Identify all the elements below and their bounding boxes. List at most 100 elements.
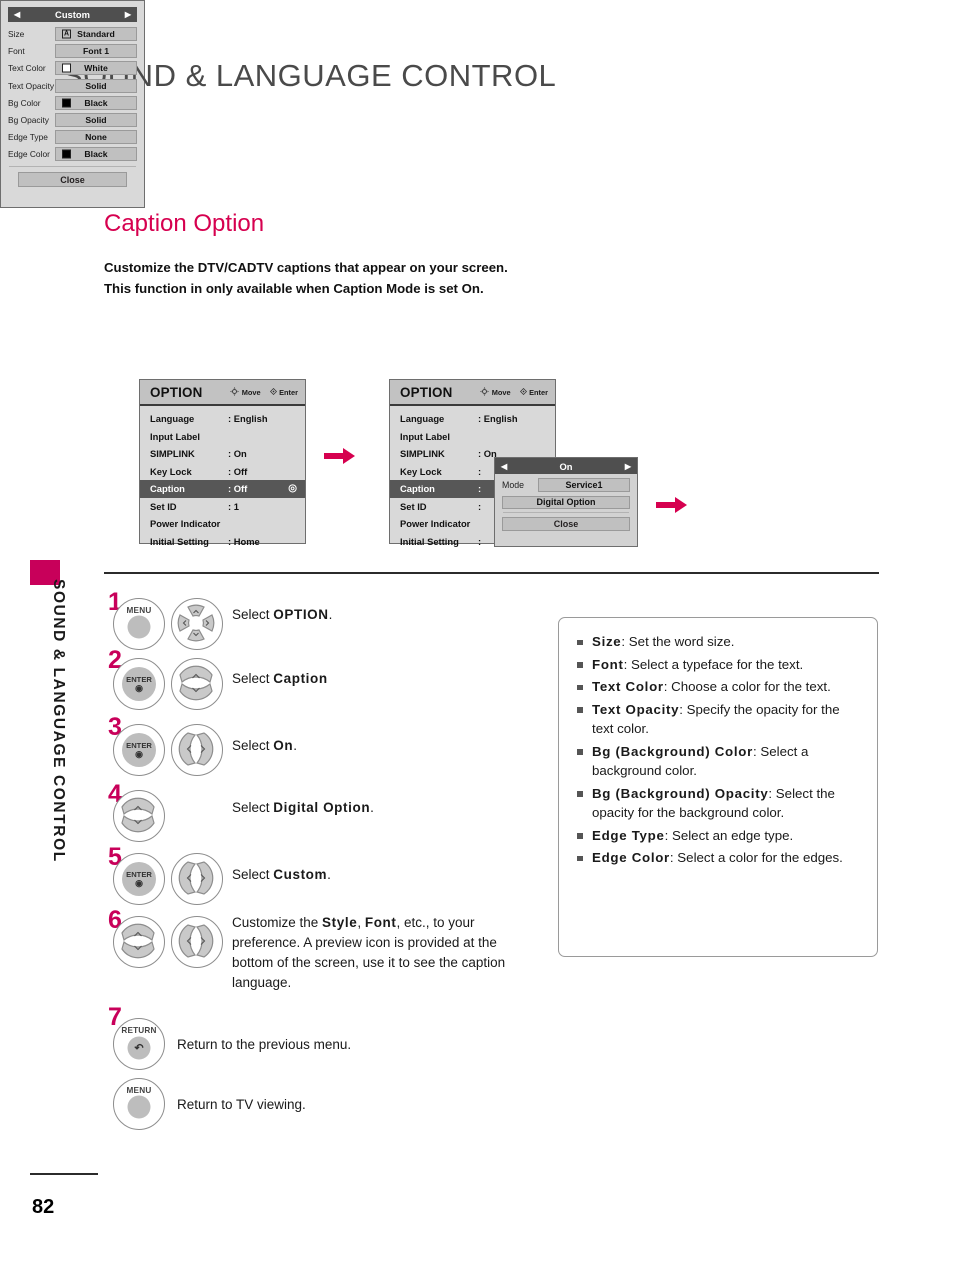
menu-button-label: MENU bbox=[126, 606, 152, 615]
info-term: Size bbox=[592, 634, 622, 649]
custom-value-bar[interactable]: ◀ Custom ▶ bbox=[8, 7, 137, 22]
osd-row-selected-caption[interactable]: Caption: Off ◎ bbox=[140, 480, 305, 498]
custom-value-button[interactable]: Solid bbox=[55, 78, 137, 93]
osd-hints: Move Enter bbox=[480, 386, 548, 398]
intro-text-b: Caption bbox=[333, 281, 383, 296]
return-button-knob[interactable]: ↶ bbox=[127, 1036, 151, 1060]
row-label: Initial Setting bbox=[400, 535, 459, 547]
osd-row[interactable]: SIMPLINK: On bbox=[140, 445, 305, 463]
step-5-text-pre: Select bbox=[232, 867, 274, 882]
nav-updown-icon bbox=[179, 666, 214, 701]
nav-updown-button[interactable] bbox=[171, 658, 223, 710]
custom-value-button[interactable]: Black bbox=[55, 95, 137, 110]
popup-close-button[interactable]: Close bbox=[502, 517, 630, 531]
intro-text-e: . bbox=[479, 281, 484, 296]
custom-value-text: Black bbox=[84, 97, 108, 108]
row-label: Power Indicator bbox=[400, 518, 471, 530]
osd-row[interactable]: Language: English bbox=[390, 410, 555, 428]
footer-divider bbox=[30, 1173, 98, 1175]
popup-mode-row: Mode Service1 bbox=[502, 478, 630, 492]
step-6-text: Customize the Style, Font, etc., to your… bbox=[232, 913, 534, 993]
enter-button-knob[interactable]: ENTER ◉ bbox=[122, 667, 156, 701]
custom-row-edge-color: Edge Color Black bbox=[8, 147, 137, 162]
custom-value-button[interactable]: Solid bbox=[55, 112, 137, 127]
custom-row-size: Size A Standard bbox=[8, 27, 137, 41]
nav-leftright-button[interactable] bbox=[171, 916, 223, 968]
osd-row[interactable]: Key Lock: Off bbox=[140, 463, 305, 481]
popup-mode-value-button[interactable]: Service1 bbox=[538, 478, 630, 492]
step-3-text: Select On. bbox=[232, 736, 297, 756]
custom-value-text: None bbox=[85, 132, 107, 143]
custom-value-button[interactable]: None bbox=[55, 130, 137, 145]
row-label: Initial Setting bbox=[150, 535, 209, 547]
section-title: Caption Option bbox=[104, 210, 265, 237]
osd-row[interactable]: Power Indicator bbox=[140, 515, 305, 533]
step-5-text-bold: Custom bbox=[273, 867, 328, 882]
step-5-text: Select Custom. bbox=[232, 865, 331, 885]
custom-value-button[interactable]: A Standard bbox=[55, 27, 137, 41]
enter-diamond-icon bbox=[269, 387, 277, 397]
enter-button[interactable]: ENTER ◉ bbox=[113, 853, 165, 905]
step-4-text: Select Digital Option. bbox=[232, 798, 374, 818]
info-term: Text Opacity bbox=[592, 701, 680, 717]
color-swatch-icon bbox=[62, 149, 71, 159]
row-value: : On bbox=[228, 448, 247, 460]
osd-header: OPTION Move Enter bbox=[390, 380, 555, 406]
custom-row-bg-color: Bg Color Black bbox=[8, 95, 137, 110]
step-1-buttons: MENU bbox=[113, 598, 223, 650]
chevron-right-icon[interactable]: ▶ bbox=[625, 462, 631, 471]
return-tv-text: Return to TV viewing. bbox=[177, 1097, 306, 1112]
hint-enter: Enter bbox=[519, 387, 548, 397]
nav-wheel-4way-button[interactable] bbox=[171, 598, 223, 650]
nav-leftright-button[interactable] bbox=[171, 724, 223, 776]
custom-value-button[interactable]: Font 1 bbox=[55, 44, 137, 59]
digital-option-button[interactable]: Digital Option bbox=[502, 495, 630, 509]
return-button[interactable]: RETURN ↶ bbox=[113, 1018, 165, 1070]
nav-leftright-icon bbox=[179, 732, 214, 767]
osd-row[interactable]: Input Label bbox=[390, 428, 555, 446]
row-label: Caption bbox=[400, 483, 435, 495]
enter-button[interactable]: ENTER ◉ bbox=[113, 658, 165, 710]
osd-row[interactable]: Language: English bbox=[140, 410, 305, 428]
custom-row-font: Font Font 1 bbox=[8, 44, 137, 59]
osd-row[interactable]: Input Label bbox=[140, 428, 305, 446]
custom-value-text: Solid bbox=[85, 114, 107, 125]
popup-value-bar[interactable]: ◀ On ▶ bbox=[495, 458, 637, 474]
nav-updown-button[interactable] bbox=[113, 916, 165, 968]
osd-row[interactable]: Set ID: 1 bbox=[140, 498, 305, 516]
custom-row-text-opacity: Text Opacity Solid bbox=[8, 78, 137, 93]
osd-title: OPTION bbox=[150, 384, 203, 400]
custom-value: Custom bbox=[55, 9, 90, 20]
enter-button-knob[interactable]: ENTER ◉ bbox=[122, 862, 156, 896]
custom-label: Edge Color bbox=[8, 149, 50, 160]
custom-label: Text Opacity bbox=[8, 80, 55, 91]
menu-button-knob[interactable] bbox=[127, 1095, 151, 1119]
enter-button-knob[interactable]: ENTER ◉ bbox=[122, 733, 156, 767]
custom-value-button[interactable]: White bbox=[55, 61, 137, 76]
intro-text-d: On bbox=[461, 281, 480, 296]
row-value: : Off bbox=[228, 483, 248, 495]
flow-arrow-right-icon bbox=[324, 447, 356, 465]
step-2-text: Select Caption bbox=[232, 669, 328, 689]
step-4-buttons bbox=[113, 790, 165, 842]
chevron-right-icon[interactable]: ▶ bbox=[125, 10, 131, 19]
menu-button[interactable]: MENU bbox=[113, 1078, 165, 1130]
enter-button[interactable]: ENTER ◉ bbox=[113, 724, 165, 776]
menu-button-knob[interactable] bbox=[127, 615, 151, 639]
nav-leftright-button[interactable] bbox=[171, 853, 223, 905]
step-3-buttons: ENTER ◉ bbox=[113, 724, 223, 776]
nav-updown-button[interactable] bbox=[113, 790, 165, 842]
step-7-text: Return to the previous menu. bbox=[177, 1037, 352, 1052]
custom-close-button[interactable]: Close bbox=[18, 172, 127, 188]
return-arrow-icon: ↶ bbox=[134, 1042, 144, 1055]
menu-button[interactable]: MENU bbox=[113, 598, 165, 650]
custom-value-button[interactable]: Black bbox=[55, 147, 137, 162]
return-button-label: RETURN bbox=[121, 1026, 157, 1035]
step-4-text-bold: Digital Option bbox=[273, 800, 371, 815]
osd-row[interactable]: Initial Setting: Home bbox=[140, 533, 305, 551]
info-term: Edge Type bbox=[592, 827, 665, 843]
step-3-text-post: . bbox=[293, 738, 297, 753]
info-term: Text Color bbox=[592, 679, 664, 694]
info-term: Bg (Background) Opacity bbox=[592, 785, 769, 801]
info-desc: : Select a color for the edges. bbox=[669, 850, 843, 865]
